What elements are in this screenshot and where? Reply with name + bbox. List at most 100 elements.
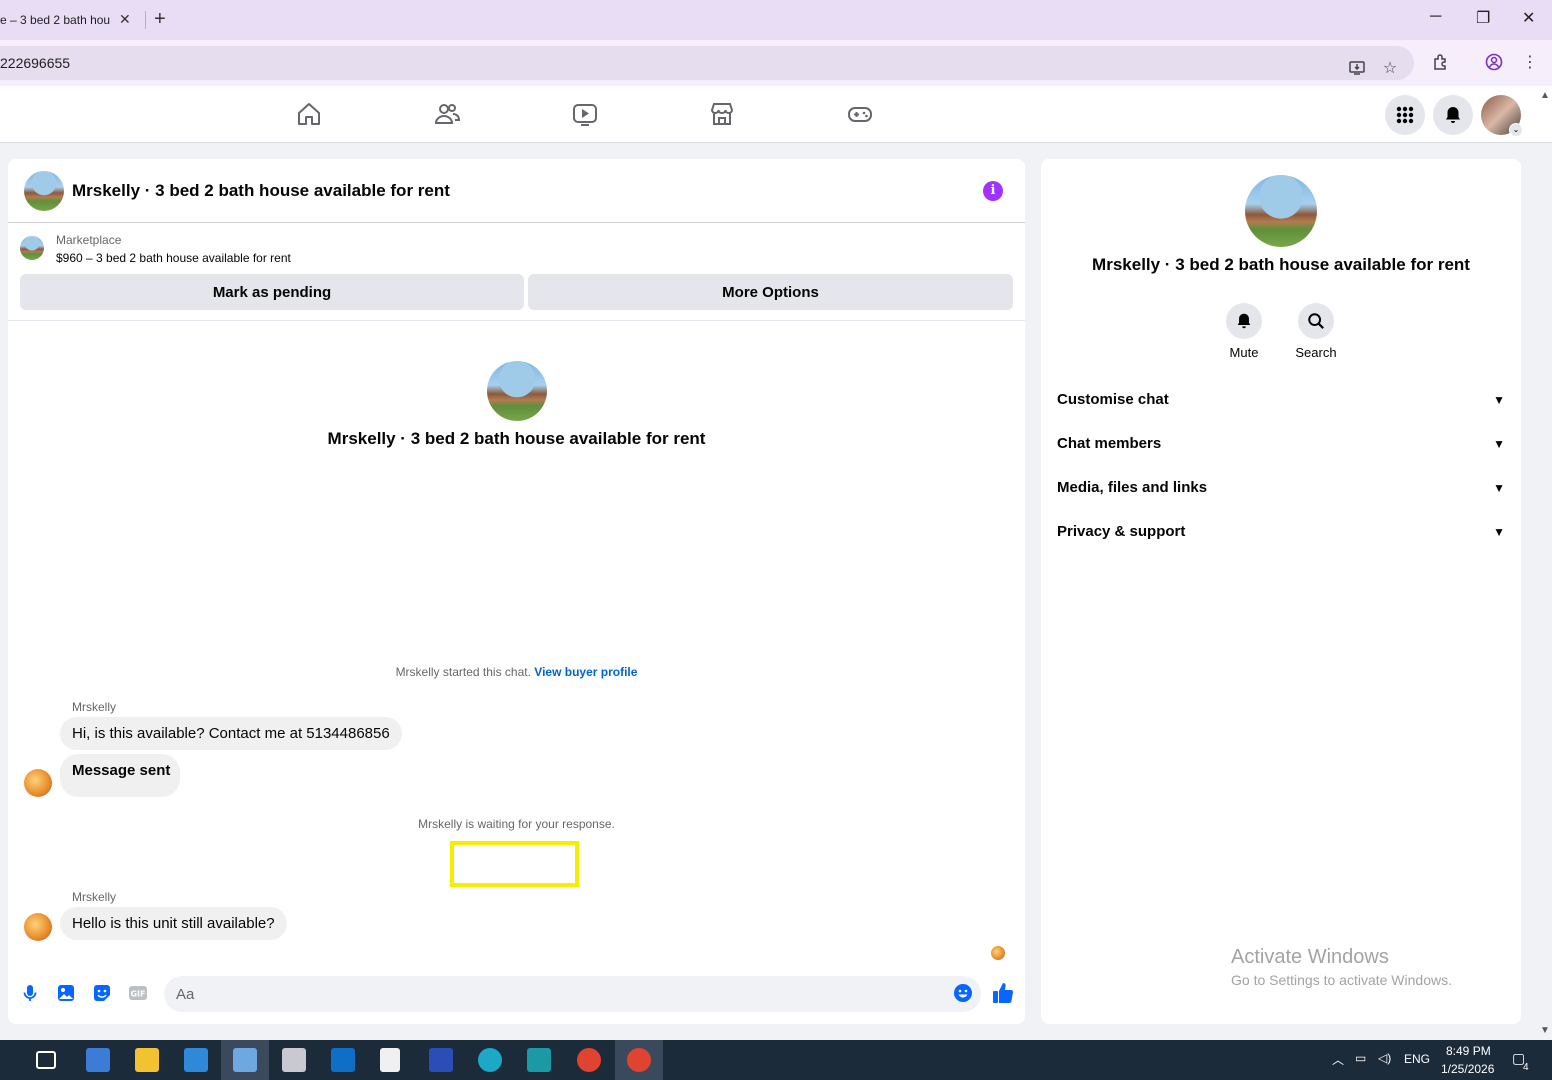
taskbar-app-icon[interactable] [282,1048,306,1072]
mute-action[interactable]: Mute [1214,303,1274,360]
sender-avatar[interactable] [24,913,52,941]
conversation-info-panel: Mrskelly · 3 bed 2 bath house available … [1041,159,1521,1024]
menu-grid-button[interactable] [1385,95,1425,135]
taskbar-app-icon[interactable] [429,1048,453,1072]
language-indicator[interactable]: ENG [1404,1052,1430,1066]
browser-tab-strip: e – 3 bed 2 bath hou ✕ + ─ ❐ ✕ [0,0,1552,40]
install-app-icon[interactable] [1347,59,1367,79]
video-icon[interactable] [571,100,599,128]
chevron-down-icon: ▼ [1493,393,1505,407]
message-sender: Mrskelly [72,890,116,904]
more-options-button[interactable]: More Options [528,274,1013,310]
minimize-button[interactable]: ─ [1430,8,1441,26]
mark-as-pending-button[interactable]: Mark as pending [20,274,524,310]
seen-indicator-avatar [991,946,1005,960]
task-view-icon[interactable] [36,1051,56,1069]
search-button[interactable] [1298,303,1334,339]
browser-menu-icon[interactable]: ⋮ [1520,53,1540,73]
message-sender: Mrskelly [72,700,116,714]
bookmark-star-icon[interactable]: ☆ [1380,59,1400,79]
mail-icon[interactable] [331,1048,355,1072]
emoji-icon[interactable] [953,983,973,1003]
new-tab-button[interactable]: + [154,8,166,31]
section-label: Media, files and links [1057,479,1208,496]
file-explorer-icon[interactable] [135,1048,159,1072]
info-name: Mrskelly · 3 bed 2 bath house available … [1092,255,1470,274]
tray-overflow-icon[interactable]: ︿ [1332,1051,1344,1068]
message-bubble[interactable]: Message sent [60,754,180,797]
search-label: Search [1295,345,1337,360]
network-icon[interactable]: ▭ [1355,1051,1366,1065]
chrome-icon[interactable] [577,1048,601,1072]
tab-title: e – 3 bed 2 bath hou [0,13,111,27]
home-icon[interactable] [295,100,323,128]
close-window-button[interactable]: ✕ [1522,8,1535,28]
like-thumbs-up-icon[interactable] [991,981,1015,1005]
address-bar[interactable]: 222696655 ☆ [0,46,1414,80]
activate-windows-watermark: Activate Windows [1231,946,1389,968]
highlight-box [450,841,579,887]
scroll-up-arrow[interactable]: ▲ [1540,90,1550,101]
volume-icon[interactable]: ◁) [1378,1051,1391,1065]
notifications-button[interactable] [1433,95,1473,135]
chat-header: Mrskelly · 3 bed 2 bath house available … [8,159,1025,223]
friends-icon[interactable] [433,100,461,128]
listing-thumbnail[interactable] [20,236,44,260]
taskbar-app-icon[interactable] [233,1048,257,1072]
svg-text:GIF: GIF [130,990,145,999]
sender-avatar[interactable] [24,769,52,797]
chevron-down-icon: ⌄ [1509,123,1523,137]
taskbar-app-icon[interactable] [527,1048,551,1072]
edge-icon[interactable] [478,1048,502,1072]
chrome-profile-icon[interactable] [627,1048,651,1072]
search-action[interactable]: Search [1286,303,1346,360]
profile-icon[interactable] [1484,53,1504,73]
photo-icon[interactable] [56,983,76,1003]
activate-windows-subtext: Go to Settings to activate Windows. [1231,972,1452,988]
browser-tab[interactable]: e – 3 bed 2 bath hou ✕ [0,0,142,40]
privacy-support-section[interactable]: Privacy & support ▼ [1057,523,1505,551]
chat-panel: Mrskelly · 3 bed 2 bath house available … [8,159,1025,1024]
extensions-icon[interactable] [1431,53,1451,73]
customise-chat-section[interactable]: Customise chat ▼ [1057,391,1505,419]
taskbar-app-icon[interactable] [86,1048,110,1072]
message-bubble[interactable]: Hello is this unit still available? [60,907,287,940]
info-avatar[interactable] [1245,175,1317,247]
account-avatar[interactable]: ⌄ [1481,95,1523,137]
chat-title[interactable]: Mrskelly · 3 bed 2 bath house available … [72,181,450,201]
microphone-icon[interactable] [20,983,40,1003]
scroll-down-arrow[interactable]: ▼ [1540,1025,1550,1036]
chevron-down-icon: ▼ [1493,437,1505,451]
section-label: Privacy & support [1057,523,1186,540]
message-bubble[interactable]: Hi, is this available? Contact me at 513… [60,717,402,750]
media-files-links-section[interactable]: Media, files and links ▼ [1057,479,1505,507]
bell-icon [1237,313,1251,329]
info-icon[interactable]: i [983,181,1003,201]
marketplace-icon[interactable] [708,100,736,128]
view-buyer-profile-link[interactable]: View buyer profile [534,665,637,679]
tab-close-icon[interactable]: ✕ [119,11,131,28]
store-icon[interactable] [184,1048,208,1072]
mute-label: Mute [1229,345,1259,360]
conversation-title: Mrskelly · 3 bed 2 bath house available … [327,429,706,448]
gif-icon[interactable]: GIF [128,983,148,1003]
sticker-icon[interactable] [92,983,112,1003]
clock-time[interactable]: 8:49 PM [1446,1044,1491,1058]
waiting-notice: Mrskelly is waiting for your response. [418,817,615,831]
notification-count: 4 [1523,1062,1529,1073]
clock-date[interactable]: 1/25/2026 [1441,1062,1494,1076]
listing-avatar[interactable] [24,171,64,211]
maximize-button[interactable]: ❐ [1476,8,1490,28]
facebook-top-nav: ⌄ [0,86,1552,143]
chevron-down-icon: ▼ [1493,481,1505,495]
chat-members-section[interactable]: Chat members ▼ [1057,435,1505,463]
grid-icon [1396,106,1414,124]
chat-started-notice: Mrskelly started this chat. View buyer p… [8,665,1025,679]
message-input[interactable]: Aa [164,976,981,1012]
message-input-placeholder: Aa [176,986,195,1003]
gaming-icon[interactable] [846,100,874,128]
notepad-icon[interactable] [380,1048,400,1072]
mute-button[interactable] [1226,303,1262,339]
listing-price-title[interactable]: $960 – 3 bed 2 bath house available for … [56,251,291,265]
marketplace-listing-bar: Marketplace $960 – 3 bed 2 bath house av… [8,224,1025,321]
